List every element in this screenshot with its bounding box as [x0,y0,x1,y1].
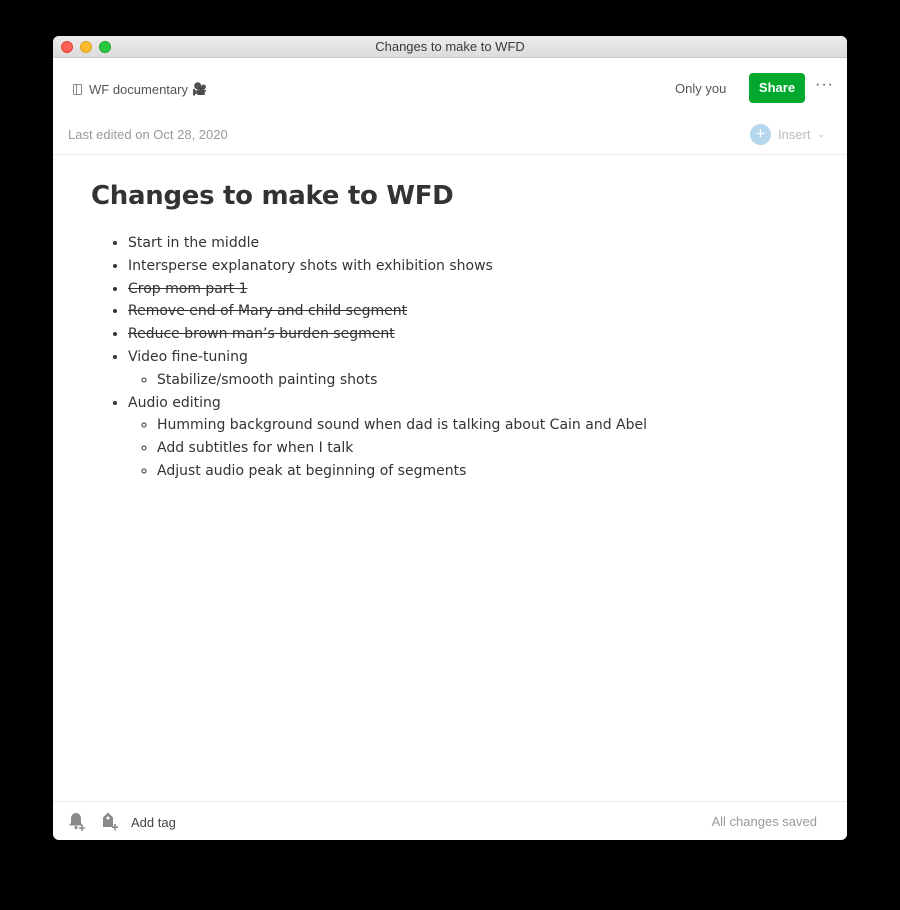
save-status: All changes saved [711,814,817,829]
bullet-list: Start in the middle Intersperse explanato… [91,232,817,483]
insert-label: Insert [778,127,811,142]
list-item[interactable]: Reduce brown man’s burden segment [128,323,817,346]
sharing-status[interactable]: Only you [675,81,726,96]
list-item[interactable]: Start in the middle [128,232,817,255]
list-item[interactable]: Remove end of Mary and child segment [128,300,817,323]
list-item-text: Start in the middle [128,235,260,251]
list-item[interactable]: Intersperse explanatory shots with exhib… [128,255,817,278]
list-item-text: Intersperse explanatory shots with exhib… [128,257,493,274]
list-item[interactable]: Crop mom part 1 [128,278,817,301]
notebook-link[interactable]: WF documentary 🎥 [73,81,207,97]
share-button[interactable]: Share [749,73,805,103]
note-title[interactable]: Changes to make to WFD [91,176,817,216]
list-item[interactable]: Video fine-tuning Stabilize/smooth painti… [128,346,817,392]
list-item-text: Remove end of Mary and child segment [128,303,408,320]
bell-plus-icon[interactable] [67,811,87,831]
note-header: WF documentary 🎥 Only you Share ··· Last… [53,58,847,155]
list-item-text: Audio editing [128,394,221,411]
list-item-text: Video fine-tuning [128,348,248,365]
more-dots-icon[interactable]: ··· [815,77,833,96]
notebook-name: WF documentary [89,81,188,97]
movie-camera-icon: 🎥 [191,82,207,96]
note-window: Changes to make to WFD WF documentary 🎥 … [53,36,847,840]
sub-list: Stabilize/smooth painting shots [128,369,817,392]
sub-list-item[interactable]: Stabilize/smooth painting shots [157,369,817,392]
tag-plus-icon[interactable] [99,811,119,831]
plus-icon: + [750,124,771,145]
list-item[interactable]: Audio editing Humming background sound wh… [128,392,817,483]
insert-button[interactable]: + Insert ⌄ [750,124,825,145]
sub-list: Humming background sound when dad is tal… [128,414,817,482]
list-item-text: Reduce brown man’s burden segment [128,326,395,343]
add-tag-button[interactable]: Add tag [131,815,176,830]
note-editor[interactable]: Changes to make to WFD Start in the midd… [91,176,817,483]
list-item-text: Crop mom part 1 [128,280,248,297]
notebook-icon [73,83,82,95]
last-edited-label: Last edited on Oct 28, 2020 [68,127,228,142]
sub-list-item[interactable]: Adjust audio peak at beginning of segmen… [157,460,817,483]
sub-list-item[interactable]: Humming background sound when dad is tal… [157,414,817,437]
note-footer: Add tag All changes saved [53,801,847,840]
title-bar[interactable]: Changes to make to WFD [53,36,847,58]
window-title: Changes to make to WFD [375,39,525,54]
chevron-down-icon: ⌄ [817,129,826,139]
sub-list-item[interactable]: Add subtitles for when I talk [157,437,817,460]
